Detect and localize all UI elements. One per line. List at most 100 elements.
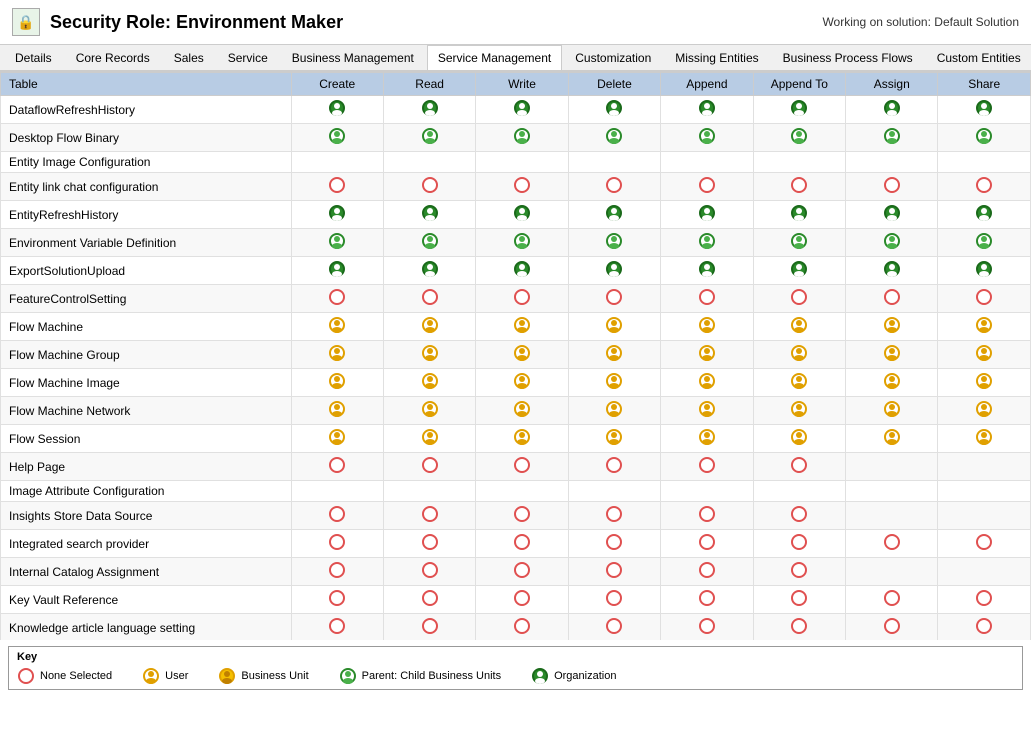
cell-assign[interactable] <box>846 152 938 173</box>
org-icon[interactable] <box>883 260 901 278</box>
none-icon[interactable] <box>790 505 808 523</box>
user-icon[interactable] <box>328 344 346 362</box>
none-icon[interactable] <box>605 288 623 306</box>
cell-appendTo[interactable] <box>753 341 845 369</box>
cell-assign[interactable] <box>846 530 938 558</box>
cell-read[interactable] <box>383 481 475 502</box>
tab-service-management[interactable]: Service Management <box>427 45 562 72</box>
none-icon[interactable] <box>605 589 623 607</box>
cell-assign[interactable] <box>846 614 938 641</box>
org-icon[interactable] <box>790 260 808 278</box>
cell-delete[interactable] <box>568 257 660 285</box>
cell-share[interactable] <box>938 586 1031 614</box>
cell-create[interactable] <box>291 502 383 530</box>
cell-appendTo[interactable] <box>753 453 845 481</box>
parent-icon[interactable] <box>790 232 808 250</box>
user-icon[interactable] <box>605 344 623 362</box>
cell-create[interactable] <box>291 530 383 558</box>
cell-share[interactable] <box>938 481 1031 502</box>
cell-appendTo[interactable] <box>753 614 845 641</box>
user-icon[interactable] <box>698 316 716 334</box>
cell-delete[interactable] <box>568 397 660 425</box>
org-icon[interactable] <box>328 99 346 117</box>
org-icon[interactable] <box>513 204 531 222</box>
tab-customization[interactable]: Customization <box>564 45 662 70</box>
cell-assign[interactable] <box>846 285 938 313</box>
cell-appendTo[interactable] <box>753 425 845 453</box>
tab-service[interactable]: Service <box>217 45 279 70</box>
cell-assign[interactable] <box>846 397 938 425</box>
none-icon[interactable] <box>698 561 716 579</box>
none-icon[interactable] <box>605 561 623 579</box>
org-icon[interactable] <box>698 260 716 278</box>
user-icon[interactable] <box>790 400 808 418</box>
cell-append[interactable] <box>661 229 753 257</box>
none-icon[interactable] <box>328 456 346 474</box>
cell-share[interactable] <box>938 558 1031 586</box>
table-row[interactable]: Flow Machine <box>1 313 1031 341</box>
user-icon[interactable] <box>790 316 808 334</box>
cell-delete[interactable] <box>568 229 660 257</box>
none-icon[interactable] <box>790 589 808 607</box>
cell-append[interactable] <box>661 586 753 614</box>
none-icon[interactable] <box>975 589 993 607</box>
cell-create[interactable] <box>291 369 383 397</box>
org-icon[interactable] <box>883 99 901 117</box>
org-icon[interactable] <box>698 204 716 222</box>
cell-write[interactable] <box>476 285 568 313</box>
none-icon[interactable] <box>883 176 901 194</box>
cell-appendTo[interactable] <box>753 369 845 397</box>
table-row[interactable]: Entity link chat configuration <box>1 173 1031 201</box>
cell-assign[interactable] <box>846 453 938 481</box>
cell-appendTo[interactable] <box>753 229 845 257</box>
user-icon[interactable] <box>605 400 623 418</box>
cell-delete[interactable] <box>568 614 660 641</box>
none-icon[interactable] <box>883 589 901 607</box>
org-icon[interactable] <box>790 99 808 117</box>
cell-create[interactable] <box>291 313 383 341</box>
cell-share[interactable] <box>938 201 1031 229</box>
cell-append[interactable] <box>661 425 753 453</box>
cell-read[interactable] <box>383 369 475 397</box>
cell-share[interactable] <box>938 614 1031 641</box>
none-icon[interactable] <box>790 617 808 635</box>
user-icon[interactable] <box>883 344 901 362</box>
none-icon[interactable] <box>883 617 901 635</box>
cell-share[interactable] <box>938 229 1031 257</box>
cell-share[interactable] <box>938 502 1031 530</box>
cell-share[interactable] <box>938 313 1031 341</box>
cell-share[interactable] <box>938 453 1031 481</box>
tab-sales[interactable]: Sales <box>163 45 215 70</box>
user-icon[interactable] <box>328 372 346 390</box>
cell-append[interactable] <box>661 369 753 397</box>
cell-write[interactable] <box>476 530 568 558</box>
org-icon[interactable] <box>975 204 993 222</box>
user-icon[interactable] <box>790 344 808 362</box>
cell-create[interactable] <box>291 257 383 285</box>
cell-create[interactable] <box>291 614 383 641</box>
org-icon[interactable] <box>421 260 439 278</box>
cell-delete[interactable] <box>568 453 660 481</box>
cell-read[interactable] <box>383 152 475 173</box>
cell-append[interactable] <box>661 285 753 313</box>
cell-read[interactable] <box>383 229 475 257</box>
parent-icon[interactable] <box>698 127 716 145</box>
none-icon[interactable] <box>975 288 993 306</box>
org-icon[interactable] <box>421 99 439 117</box>
org-icon[interactable] <box>513 99 531 117</box>
org-icon[interactable] <box>605 204 623 222</box>
user-icon[interactable] <box>605 372 623 390</box>
table-row[interactable]: Key Vault Reference <box>1 586 1031 614</box>
org-icon[interactable] <box>421 204 439 222</box>
none-icon[interactable] <box>975 533 993 551</box>
user-icon[interactable] <box>790 428 808 446</box>
cell-append[interactable] <box>661 453 753 481</box>
none-icon[interactable] <box>513 288 531 306</box>
cell-appendTo[interactable] <box>753 173 845 201</box>
user-icon[interactable] <box>328 428 346 446</box>
parent-icon[interactable] <box>975 232 993 250</box>
table-row[interactable]: Image Attribute Configuration <box>1 481 1031 502</box>
none-icon[interactable] <box>883 288 901 306</box>
parent-icon[interactable] <box>698 232 716 250</box>
cell-delete[interactable] <box>568 341 660 369</box>
